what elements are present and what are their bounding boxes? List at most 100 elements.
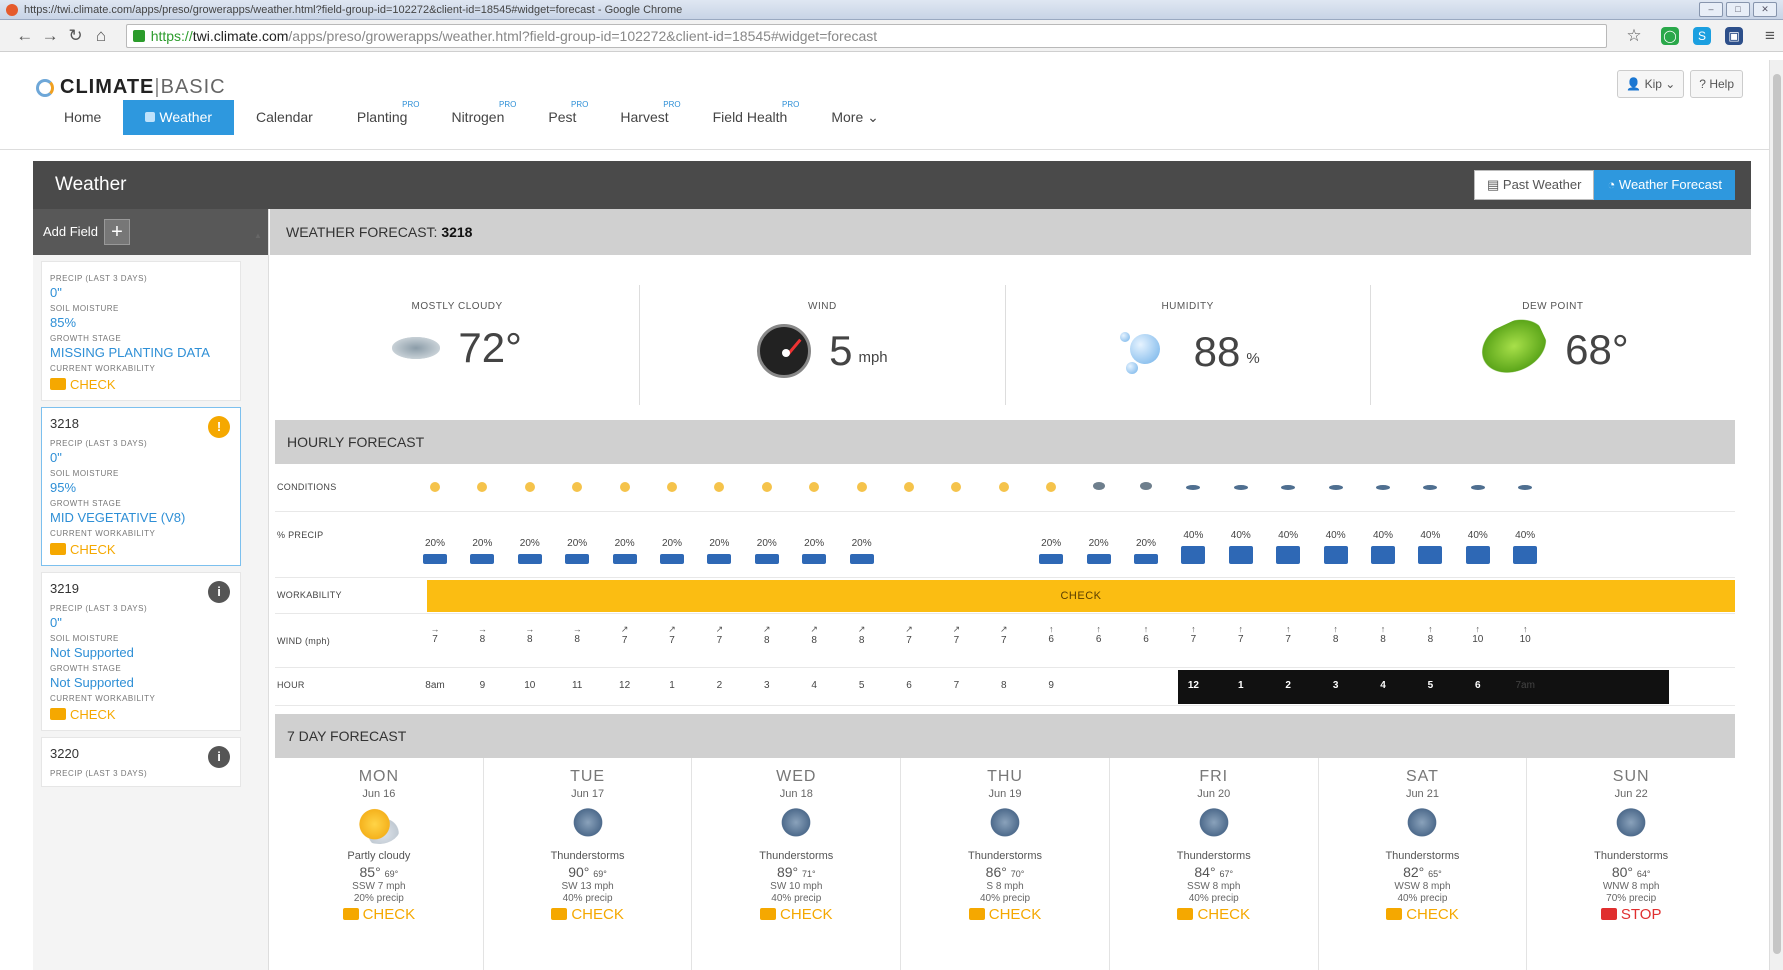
storm-icon — [1356, 482, 1410, 493]
back-arrow-icon[interactable]: ← — [12, 26, 37, 46]
sun-icon — [929, 482, 983, 495]
wind-cell: ↗ 7 — [929, 624, 983, 646]
reload-icon[interactable]: ↻ — [63, 26, 88, 46]
nav-planting[interactable]: PRO Planting — [335, 100, 430, 135]
rain-glyph — [1140, 482, 1152, 490]
nav-label: Calendar — [256, 109, 313, 125]
wind-caption: WIND — [808, 301, 837, 312]
wind-direction-icon: ↗ — [668, 624, 676, 634]
nav-nitrogen[interactable]: PRO Nitrogen — [429, 100, 526, 135]
forward-arrow-icon[interactable]: → — [37, 26, 62, 46]
day-forecast[interactable]: WED Jun 18 Thunderstorms 89° 71° SW 10 mph 40… — [692, 758, 902, 970]
sun-glyph — [761, 482, 772, 492]
scrollbar-thumb[interactable] — [1773, 74, 1781, 954]
extension-green-icon[interactable]: ◯ — [1661, 26, 1680, 45]
storm-icon — [1451, 482, 1505, 493]
day-workability-value: CHECK — [988, 906, 1042, 923]
wind-cell: ↑ 8 — [1403, 624, 1457, 645]
page-scrollbar[interactable] — [1769, 60, 1783, 970]
weather-forecast-button[interactable]: ◔ Weather Forecast — [1594, 170, 1735, 200]
day-forecast[interactable]: THU Jun 19 Thunderstorms 86° 70° S 8 mph 40% … — [901, 758, 1110, 970]
climate-logo[interactable]: CLIMATE | BASIC — [36, 76, 226, 99]
thunderstorm-icon — [565, 808, 610, 844]
wind-cell: ↑ 7 — [1214, 624, 1268, 645]
window-titlebar: https://twi.climate.com/apps/preso/growe… — [0, 0, 1783, 20]
field-card[interactable]: 3219 i PRECIP (LAST 3 DAYS) 0" SOIL MOIS… — [41, 572, 241, 731]
extension-blue-icon[interactable]: ▣ — [1725, 26, 1744, 45]
row-label: WIND (mph) — [277, 636, 330, 646]
hour-label: 8 — [1001, 680, 1007, 691]
precip-bar — [802, 554, 827, 564]
tractor-icon — [50, 708, 66, 720]
growth-value: MISSING PLANTING DATA — [50, 345, 210, 360]
precip-percent: 20% — [756, 538, 777, 549]
pro-badge: PRO — [781, 100, 800, 109]
user-button[interactable]: 👤 Kip ⌄ — [1617, 70, 1685, 98]
thunderstorm-icon — [774, 808, 819, 844]
field-card[interactable]: PRECIP (LAST 3 DAYS) 0" SOIL MOISTURE 85… — [41, 261, 241, 401]
home-icon[interactable]: ⌂ — [88, 26, 113, 46]
partly-cloudy-icon — [356, 808, 401, 844]
precip-bar — [1371, 546, 1395, 564]
nav-pest[interactable]: PRO Pest — [526, 100, 598, 135]
day-forecast[interactable]: TUE Jun 17 Thunderstorms 90° 69° SW 13 mph 40… — [484, 758, 693, 970]
maximize-button[interactable]: □ — [1726, 2, 1750, 17]
sun-icon — [692, 482, 746, 495]
scroll-up-icon[interactable]: ▲ — [254, 231, 262, 240]
day-precip: 40% precip — [771, 893, 822, 904]
precip-bar — [1181, 546, 1206, 564]
sun-glyph — [809, 482, 820, 492]
skype-icon[interactable]: S — [1693, 26, 1712, 45]
wind-direction-icon: ↗ — [810, 624, 818, 634]
day-forecast[interactable]: SUN Jun 22 Thunderstorms 80° 64° WNW 8 mph 70… — [1527, 758, 1735, 970]
field-name: 3220 — [50, 746, 79, 761]
nav-calendar[interactable]: Calendar — [234, 100, 335, 135]
day-forecast[interactable]: MON Jun 16 Partly cloudy 85° 69° SSW 7 mph 20… — [275, 758, 484, 970]
help-button[interactable]: ? Help — [1690, 70, 1743, 98]
precip-bar — [1513, 546, 1538, 564]
day-precip: 40% precip — [1188, 893, 1239, 904]
bookmark-star-icon[interactable]: ☆ — [1621, 26, 1647, 46]
nav-harvest[interactable]: PRO Harvest — [598, 100, 690, 135]
close-button[interactable]: ✕ — [1753, 2, 1777, 17]
wind-cell: ↗ 8 — [787, 624, 841, 646]
day-forecast[interactable]: FRI Jun 20 Thunderstorms 84° 67° SSW 8 mph 40… — [1110, 758, 1319, 970]
help-label: Help — [1709, 77, 1734, 91]
precip-percent: 20% — [1041, 538, 1062, 549]
precip-percent: 40% — [1420, 530, 1441, 541]
tractor-icon — [50, 378, 66, 390]
nav-field-health[interactable]: PRO Field Health — [691, 100, 810, 135]
past-weather-button[interactable]: ▤ Past Weather — [1474, 170, 1595, 200]
sun-icon — [503, 482, 557, 495]
nav-label: Pest — [548, 109, 577, 125]
hour-label: 5 — [858, 680, 865, 691]
wind-speed: 10 — [1472, 634, 1484, 645]
day-forecast[interactable]: SAT Jun 21 Thunderstorms 82° 65° WSW 8 mph 40… — [1319, 758, 1528, 970]
workability-label: CURRENT WORKABILITY — [50, 364, 156, 373]
wind-speed: 8 — [1380, 634, 1386, 645]
wind-direction-icon: ↗ — [1000, 624, 1008, 634]
nav-weather[interactable]: Weather — [123, 100, 235, 135]
field-card-selected[interactable]: 3218 ! PRECIP (LAST 3 DAYS) 0" SOIL MOIS… — [41, 407, 241, 566]
chrome-menu-icon[interactable]: ≡ — [1757, 26, 1783, 46]
nav-more[interactable]: More ⌄ — [809, 100, 901, 135]
lock-icon — [132, 29, 145, 42]
day-workability: CHECK — [275, 906, 483, 923]
hour-label: 3 — [1332, 680, 1339, 691]
minimize-button[interactable]: – — [1699, 2, 1723, 17]
day-name: MON — [358, 768, 400, 785]
add-field-button[interactable]: Add Field + — [33, 209, 268, 255]
growth-label: GROWTH STAGE — [50, 334, 122, 343]
humidity-caption: HUMIDITY — [1161, 301, 1214, 312]
address-bar[interactable]: https://twi.climate.com/apps/preso/growe… — [125, 23, 1608, 48]
rain-icon — [1119, 482, 1173, 493]
nav-home[interactable]: Home — [42, 100, 123, 135]
hour-label: 2 — [716, 680, 723, 691]
field-sidebar[interactable]: Add Field + ▲ PRECIP (LAST 3 DAYS) 0" SOI… — [33, 209, 269, 970]
field-card[interactable]: 3220 i PRECIP (LAST 3 DAYS) — [41, 737, 241, 787]
wind-cell: ↑ 7 — [1166, 624, 1220, 645]
tractor-icon — [1386, 908, 1403, 920]
wind-speed: 8 — [479, 634, 486, 645]
day-workability: CHECK — [901, 906, 1109, 923]
window-controls: – □ ✕ — [1699, 2, 1777, 17]
